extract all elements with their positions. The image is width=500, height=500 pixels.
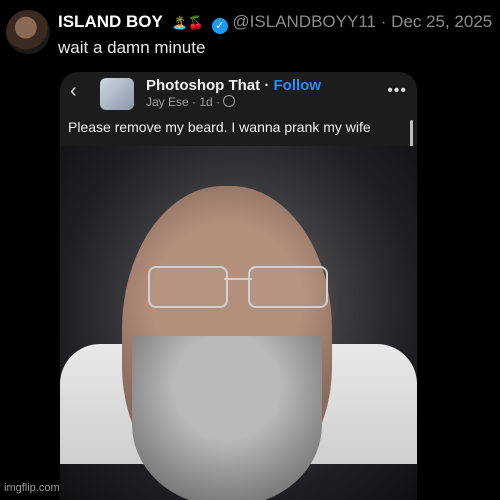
avatar[interactable]	[6, 10, 50, 54]
post-photo	[60, 146, 417, 500]
follow-button[interactable]: Follow	[274, 77, 322, 94]
post-meta: Jay Ese · 1d ·	[146, 95, 236, 109]
separator: ·	[380, 12, 387, 31]
post-header: ‹ Photoshop That · Follow Jay Ese · 1d ·…	[60, 72, 417, 116]
dot-separator: ·	[264, 77, 274, 94]
display-name[interactable]: ISLAND BOY	[58, 12, 163, 31]
embedded-screenshot: ‹ Photoshop That · Follow Jay Ese · 1d ·…	[60, 72, 417, 500]
beard	[132, 336, 322, 500]
left-lens	[148, 266, 228, 308]
group-name-line: Photoshop That · Follow	[146, 77, 321, 94]
right-lens	[248, 266, 328, 308]
post-time: 1d	[199, 95, 213, 109]
watermark: imgflip.com	[4, 482, 60, 494]
post-text: Please remove my beard. I wanna prank my…	[60, 116, 417, 146]
verified-badge-icon: ✓	[211, 18, 228, 34]
tweet-text: wait a damn minute	[58, 38, 206, 57]
tweet-name-row: ISLAND BOY 🏝️🍒 ✓ @ISLANDBOYY11 · Dec 25,…	[58, 12, 492, 34]
group-name[interactable]: Photoshop That	[146, 77, 260, 94]
globe-icon	[223, 95, 236, 107]
chevron-left-icon[interactable]: ‹	[70, 80, 77, 103]
handle[interactable]: @ISLANDBOYY11	[232, 12, 376, 31]
author-name[interactable]: Jay Ese	[146, 95, 189, 109]
glasses	[148, 266, 328, 308]
tweet-header: ISLAND BOY 🏝️🍒 ✓ @ISLANDBOYY11 · Dec 25,…	[6, 8, 494, 64]
group-avatar[interactable]	[100, 78, 134, 110]
name-emojis: 🏝️🍒	[171, 15, 204, 30]
more-icon[interactable]: •••	[387, 82, 407, 100]
timestamp[interactable]: Dec 25, 2025	[391, 12, 492, 31]
